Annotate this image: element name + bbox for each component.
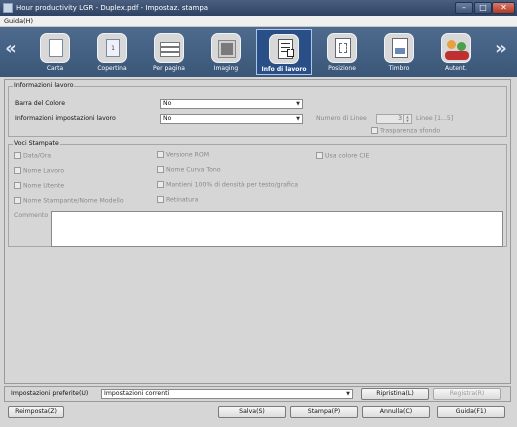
scroll-left-arrow-icon[interactable]: « <box>4 39 18 59</box>
tab-posizione-label: Posizione <box>328 65 356 72</box>
authentication-icon <box>441 33 471 63</box>
favorites-value: Impostazioni correnti <box>104 390 170 397</box>
favorites-select[interactable]: Impostazioni correnti ▼ <box>101 389 353 399</box>
restore-button[interactable]: Ripristina(L) <box>361 388 429 400</box>
checkbox-tone-curve[interactable]: Nome Curva Tono <box>157 166 221 174</box>
lines-range-label: Linee [1...5] <box>416 115 454 122</box>
save-button[interactable]: Salva(S) <box>218 406 286 418</box>
printed-items-group: Voci Stampate Data/Ora Nome Lavoro Nome … <box>8 140 507 247</box>
maximize-button[interactable]: □ <box>474 2 492 14</box>
tab-imaging[interactable]: Imaging <box>198 29 254 75</box>
imaging-icon <box>211 33 241 63</box>
app-icon <box>3 3 13 13</box>
color-bar-select[interactable]: No ▼ <box>160 99 303 109</box>
tab-autent-label: Autent. <box>444 65 467 72</box>
checkbox-cie-color[interactable]: Usa colore CIE <box>316 152 369 160</box>
tab-carta[interactable]: Carta <box>27 29 83 75</box>
checkbox-screening[interactable]: Retinatura <box>157 196 198 204</box>
tab-copertina[interactable]: 1 Copertina <box>84 29 140 75</box>
job-info-legend: Informazioni lavoro <box>13 82 75 89</box>
title-bar: Hour productivity LGR - Duplex.pdf - Imp… <box>0 0 517 16</box>
printed-items-legend: Voci Stampate <box>13 140 60 147</box>
checkbox-job-name[interactable]: Nome Lavoro <box>14 167 64 175</box>
tab-imaging-label: Imaging <box>213 65 239 72</box>
paper-icon <box>40 33 70 63</box>
tab-copertina-label: Copertina <box>97 65 127 72</box>
minimize-button[interactable]: – <box>455 2 473 14</box>
menu-bar: Guida(H) <box>0 16 517 27</box>
checkbox-keep-density[interactable]: Mantieni 100% di densità per testo/grafi… <box>157 181 298 189</box>
job-info-group: Informazioni lavoro Barra del Colore No … <box>8 82 507 137</box>
favorites-bar: Impostazioni preferite(U) Impostazioni c… <box>4 386 511 402</box>
comment-label: Commento <box>14 212 49 219</box>
print-button[interactable]: Stampa(P) <box>290 406 358 418</box>
cancel-button[interactable]: Annulla(C) <box>362 406 430 418</box>
color-bar-value: No <box>163 100 172 107</box>
chevron-down-icon: ▼ <box>346 391 350 397</box>
color-bar-label: Barra del Colore <box>15 100 66 107</box>
help-button[interactable]: Guida(F1) <box>437 406 505 418</box>
scroll-right-arrow-icon[interactable]: » <box>494 39 508 59</box>
tab-timbro[interactable]: Timbro <box>371 29 427 75</box>
checkbox-user-name[interactable]: Nome Utente <box>14 182 64 190</box>
tab-autent[interactable]: Autent. <box>428 29 484 75</box>
tab-per-pagina-label: Per pagina <box>153 65 185 72</box>
tab-info-di-lavoro-label: Info di lavoro <box>261 66 307 73</box>
checkbox-printer-name[interactable]: Nome Stampante/Nome Modello <box>14 197 124 205</box>
lines-label: Numero di Linee <box>316 115 367 122</box>
menu-guide[interactable]: Guida(H) <box>4 17 33 25</box>
checkbox-date-time[interactable]: Data/Ora <box>14 152 51 160</box>
stamp-icon <box>384 33 414 63</box>
tab-carta-label: Carta <box>46 65 64 72</box>
chevron-down-icon: ▼ <box>296 101 300 107</box>
function-toolbar: « Carta 1 Copertina Per pagina Imaging i… <box>0 27 517 77</box>
register-button[interactable]: Registra(R) <box>433 388 501 400</box>
checkbox-box <box>371 127 378 134</box>
chevron-down-icon: ▼ <box>296 116 300 122</box>
lines-stepper[interactable]: 3 ▲ ▼ <box>376 114 412 124</box>
tab-info-di-lavoro[interactable]: i Info di lavoro <box>256 29 312 75</box>
job-settings-label: Informazioni impostazioni lavoro <box>15 115 116 122</box>
reset-button[interactable]: Reimposta(Z) <box>8 406 64 418</box>
tab-posizione[interactable]: Posizione <box>314 29 370 75</box>
lines-value: 3 <box>398 115 402 122</box>
close-button[interactable]: ✕ <box>492 2 515 14</box>
job-settings-select[interactable]: No ▼ <box>160 114 303 124</box>
transparency-checkbox[interactable]: Trasparenza sfondo <box>371 127 440 135</box>
position-icon <box>327 33 357 63</box>
job-info-icon: i <box>269 34 299 64</box>
window-title: Hour productivity LGR - Duplex.pdf - Imp… <box>16 4 209 12</box>
settings-panel: Informazioni lavoro Barra del Colore No … <box>4 79 511 384</box>
comment-textarea[interactable] <box>51 211 503 247</box>
stepper-arrows-icon[interactable]: ▲ ▼ <box>403 115 411 123</box>
tab-per-pagina[interactable]: Per pagina <box>141 29 197 75</box>
tab-timbro-label: Timbro <box>388 65 410 72</box>
favorites-label: Impostazioni preferite(U) <box>11 390 89 397</box>
checkbox-rom-version[interactable]: Versione ROM <box>157 151 209 159</box>
cover-icon: 1 <box>97 33 127 63</box>
transparency-label: Trasparenza sfondo <box>380 127 441 135</box>
per-page-icon <box>154 33 184 63</box>
job-settings-value: No <box>163 115 172 122</box>
